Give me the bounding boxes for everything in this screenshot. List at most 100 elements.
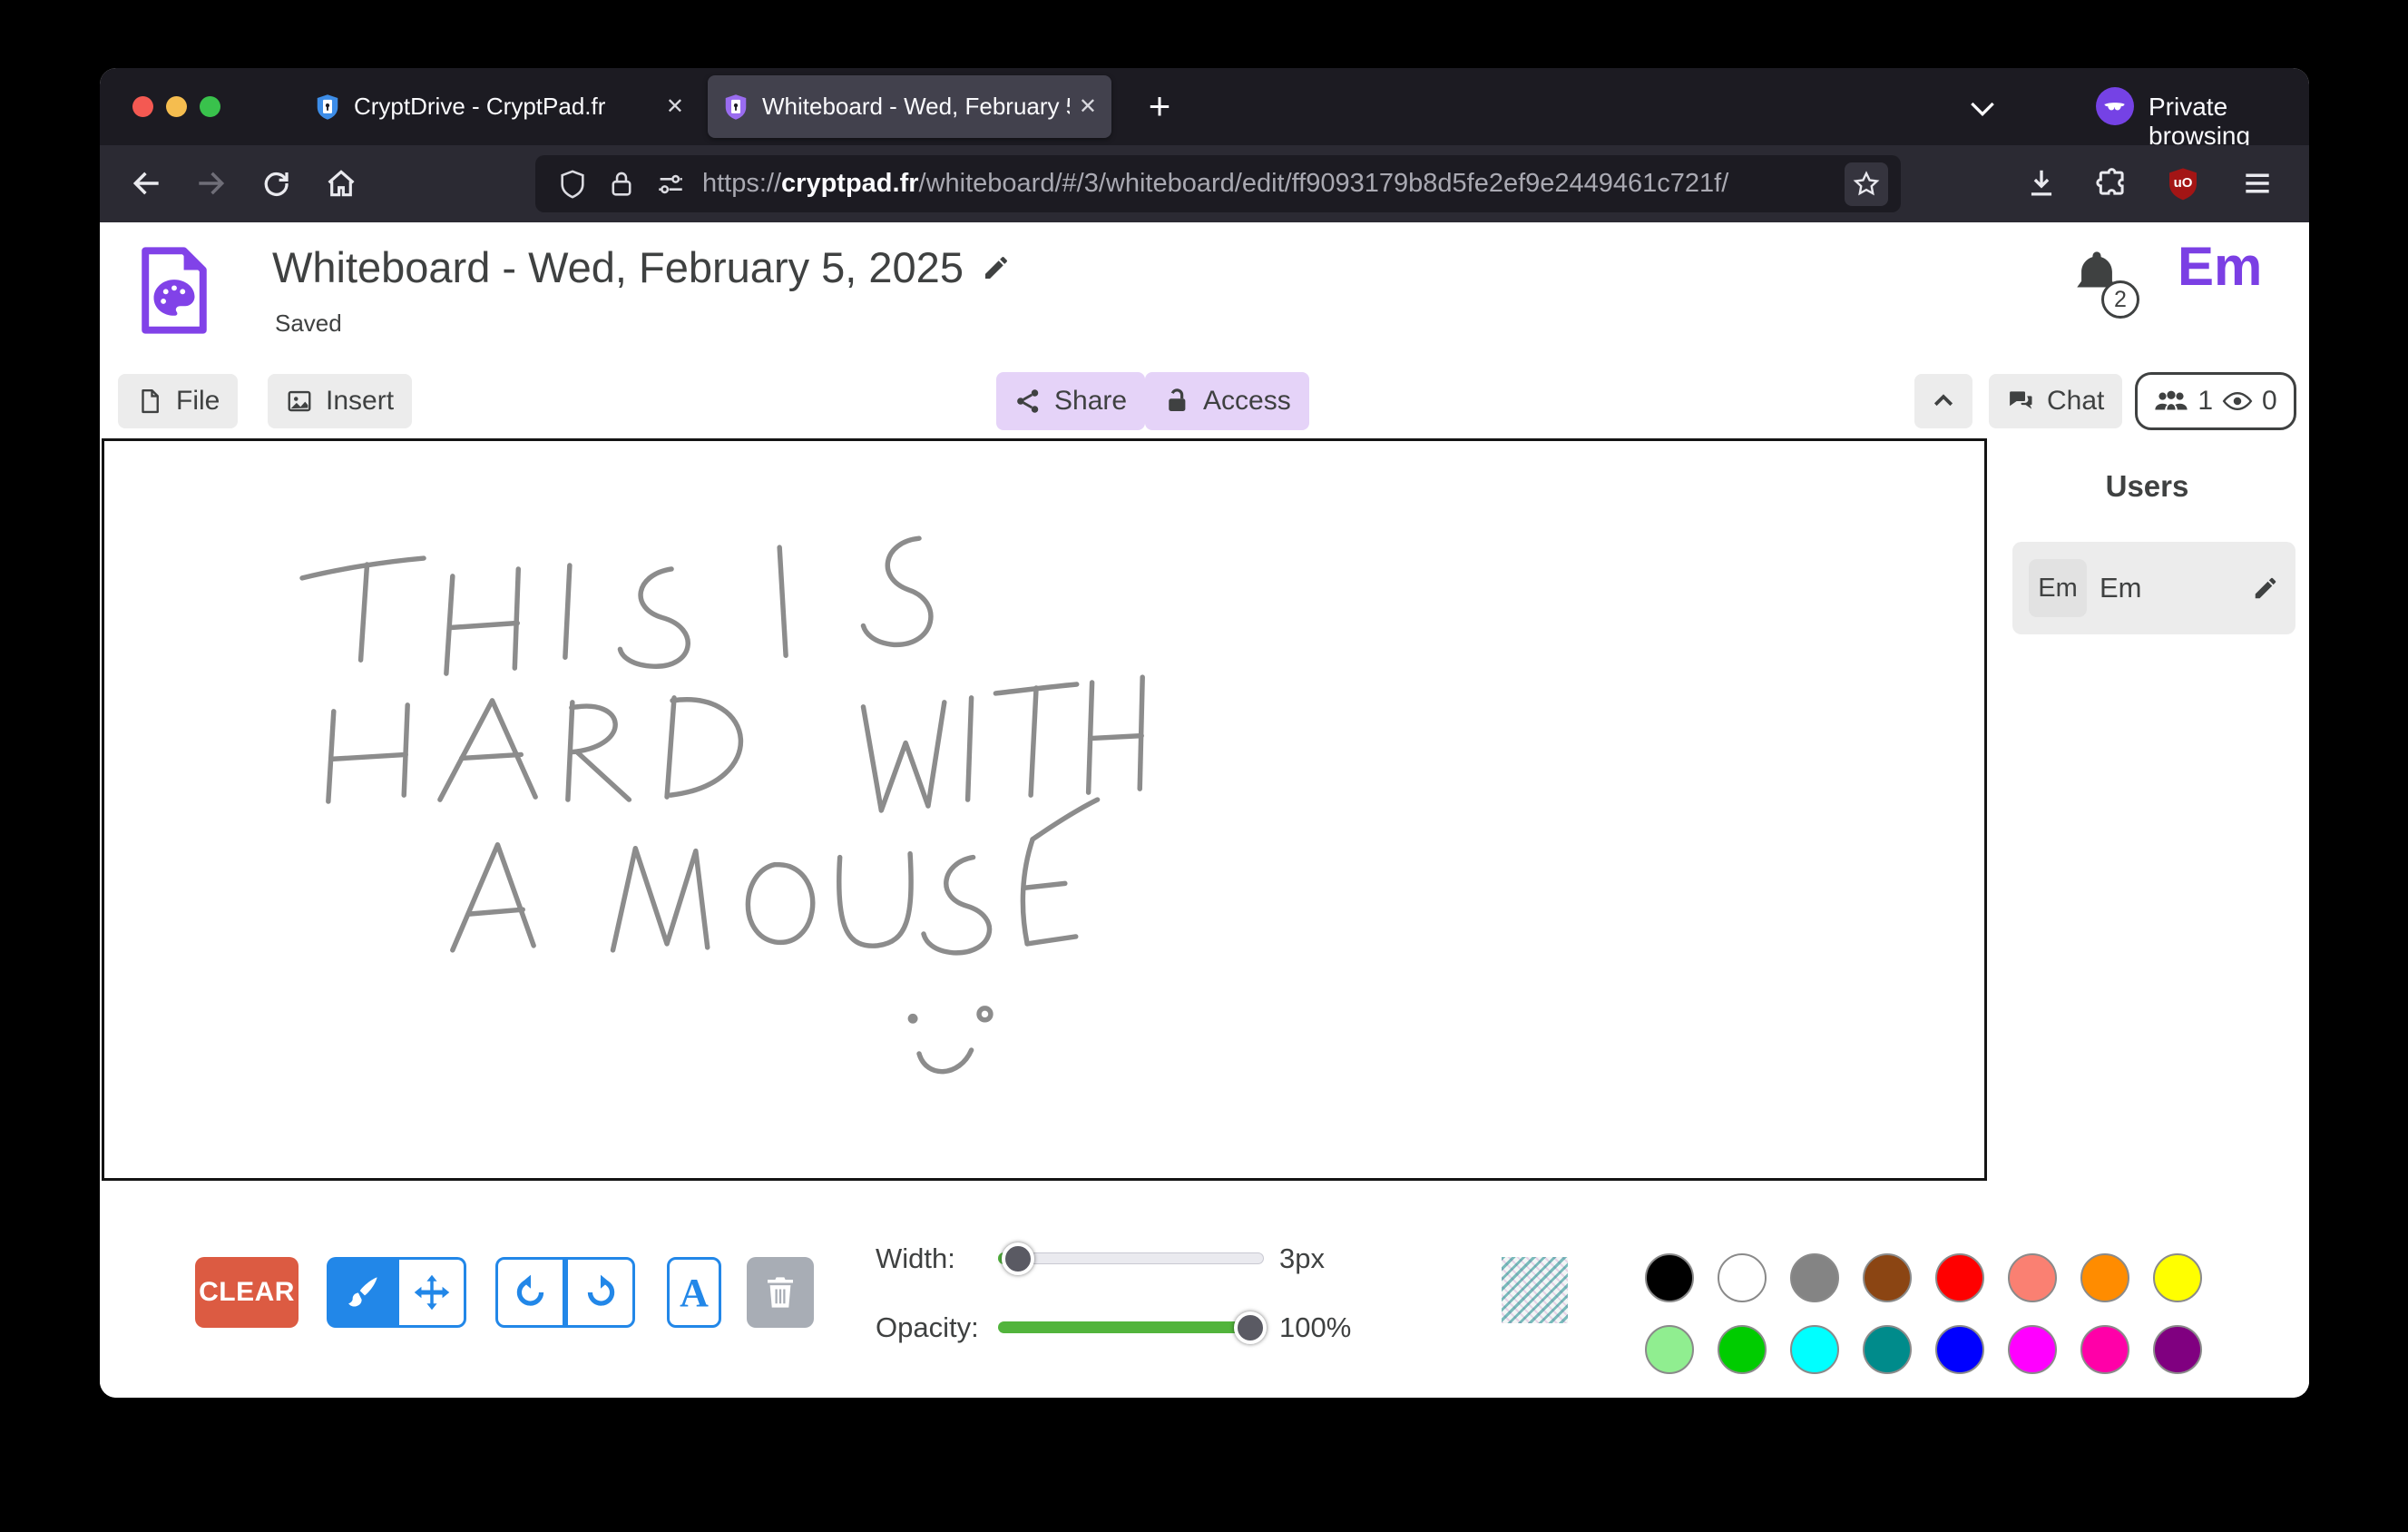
- insert-label: Insert: [326, 386, 394, 417]
- undo-button[interactable]: [495, 1257, 565, 1328]
- screen: CryptDrive - CryptPad.fr ✕ Whiteboard - …: [0, 0, 2408, 1532]
- lock-icon: [1163, 388, 1190, 415]
- cryptpad-favicon-purple: [722, 93, 749, 121]
- tracking-protection-shield-icon[interactable]: [557, 169, 588, 200]
- ublock-origin-icon[interactable]: uO: [2163, 163, 2203, 203]
- chevron-up-icon: [1930, 388, 1957, 415]
- insert-menu-button[interactable]: Insert: [268, 374, 412, 428]
- color-swatch-5[interactable]: [2008, 1253, 2057, 1302]
- home-button[interactable]: [321, 163, 361, 203]
- color-swatch-2[interactable]: [1790, 1253, 1839, 1302]
- collapse-toolbar-button[interactable]: [1914, 374, 1972, 428]
- brush-tool-button[interactable]: [327, 1257, 396, 1328]
- undo-icon: [512, 1273, 550, 1311]
- users-panel-heading: Users: [1987, 469, 2307, 504]
- chat-button[interactable]: Chat: [1989, 374, 2122, 428]
- private-browsing-label: Private browsing: [2149, 93, 2309, 151]
- bookmark-star-icon[interactable]: [1845, 162, 1888, 206]
- edit-name-pencil-icon[interactable]: [2252, 574, 2279, 602]
- opacity-slider-thumb[interactable]: [1234, 1311, 1267, 1344]
- color-swatch-10[interactable]: [1790, 1325, 1839, 1374]
- clear-button[interactable]: CLEAR: [195, 1257, 299, 1328]
- ublock-label: uO: [2174, 175, 2193, 191]
- opacity-value: 100%: [1279, 1311, 1351, 1344]
- url-text[interactable]: https://cryptpad.fr/whiteboard/#/3/white…: [702, 169, 1845, 199]
- file-label: File: [176, 386, 220, 417]
- access-label: Access: [1203, 386, 1291, 417]
- color-swatch-6[interactable]: [2080, 1253, 2129, 1302]
- participants-indicator[interactable]: 1 0: [2135, 372, 2296, 430]
- zoom-window-button[interactable]: [200, 96, 220, 117]
- page-title: Whiteboard - Wed, February 5, 2025: [272, 242, 964, 292]
- file-menu-button[interactable]: File: [118, 374, 238, 428]
- color-swatch-3[interactable]: [1863, 1253, 1912, 1302]
- chat-bubbles-icon: [2007, 388, 2034, 415]
- color-swatch-7[interactable]: [2153, 1253, 2202, 1302]
- extensions-puzzle-icon[interactable]: [2092, 163, 2132, 203]
- delete-tool-button[interactable]: [747, 1257, 814, 1328]
- tab-whiteboard[interactable]: Whiteboard - Wed, February 5, 2 ✕: [708, 75, 1111, 138]
- new-tab-button[interactable]: +: [1134, 81, 1185, 132]
- access-button[interactable]: Access: [1145, 372, 1309, 430]
- redo-button[interactable]: [565, 1257, 635, 1328]
- rename-pencil-icon[interactable]: [982, 253, 1011, 282]
- private-browsing-icon: [2096, 87, 2134, 125]
- color-swatch-8[interactable]: [1645, 1325, 1694, 1374]
- cryptpad-favicon-blue: [314, 93, 341, 121]
- close-window-button[interactable]: [132, 96, 153, 117]
- opacity-label: Opacity:: [876, 1311, 979, 1344]
- color-swatch-11[interactable]: [1863, 1325, 1912, 1374]
- user-list-item[interactable]: Em Em: [2012, 542, 2295, 634]
- connection-lock-icon[interactable]: [606, 169, 637, 200]
- color-swatch-9[interactable]: [1718, 1325, 1767, 1374]
- tab-cryptdrive[interactable]: CryptDrive - CryptPad.fr ✕: [299, 75, 699, 138]
- color-swatch-15[interactable]: [2153, 1325, 2202, 1374]
- redo-icon: [582, 1273, 620, 1311]
- color-swatch-14[interactable]: [2080, 1325, 2129, 1374]
- url-bar[interactable]: https://cryptpad.fr/whiteboard/#/3/white…: [535, 155, 1901, 212]
- reload-button[interactable]: [256, 163, 296, 203]
- move-tool-button[interactable]: [396, 1257, 466, 1328]
- tab-close-icon[interactable]: ✕: [666, 93, 684, 120]
- whiteboard-document-icon: [138, 246, 210, 335]
- move-arrows-icon: [413, 1273, 451, 1311]
- canvas-drawing: [104, 441, 1984, 1178]
- brush-pattern-preview: [1502, 1257, 1568, 1323]
- permissions-icon[interactable]: [655, 169, 686, 200]
- notifications-bell[interactable]: 2: [2070, 246, 2134, 317]
- trash-icon: [761, 1273, 799, 1311]
- minimize-window-button[interactable]: [166, 96, 187, 117]
- account-initials[interactable]: Em: [2178, 235, 2262, 298]
- share-label: Share: [1054, 386, 1127, 417]
- width-value: 3px: [1279, 1242, 1325, 1275]
- whiteboard-canvas[interactable]: [102, 438, 1987, 1181]
- user-name: Em: [2100, 572, 2142, 604]
- menu-hamburger-icon[interactable]: [2237, 163, 2277, 203]
- list-tabs-chevron-icon[interactable]: [1964, 90, 2001, 126]
- editors-people-icon: [2154, 388, 2188, 414]
- color-swatch-1[interactable]: [1718, 1253, 1767, 1302]
- url-scheme: https://: [702, 169, 781, 198]
- color-swatch-4[interactable]: [1935, 1253, 1984, 1302]
- app-content: Whiteboard - Wed, February 5, 2025 Saved…: [100, 222, 2309, 1398]
- url-path: /whiteboard/#/3/whiteboard/edit/ff909317…: [919, 169, 1729, 198]
- tab-bar: CryptDrive - CryptPad.fr ✕ Whiteboard - …: [100, 68, 2309, 145]
- opacity-slider-track[interactable]: [998, 1321, 1264, 1333]
- width-slider-track[interactable]: [998, 1252, 1264, 1264]
- browser-window: CryptDrive - CryptPad.fr ✕ Whiteboard - …: [100, 68, 2309, 1398]
- color-swatch-12[interactable]: [1935, 1325, 1984, 1374]
- share-button[interactable]: Share: [996, 372, 1145, 430]
- width-slider-thumb[interactable]: [1002, 1242, 1034, 1275]
- viewers-count: 0: [2262, 386, 2277, 417]
- forward-button[interactable]: [191, 163, 230, 203]
- color-swatch-13[interactable]: [2008, 1325, 2057, 1374]
- tab-close-icon[interactable]: ✕: [1079, 93, 1097, 120]
- image-icon: [286, 388, 313, 415]
- downloads-icon[interactable]: [2021, 163, 2061, 203]
- tab-title: CryptDrive - CryptPad.fr: [354, 93, 657, 121]
- share-icon: [1014, 388, 1042, 415]
- text-tool-button[interactable]: A: [667, 1257, 721, 1328]
- back-button[interactable]: [127, 163, 167, 203]
- width-label: Width:: [876, 1242, 955, 1275]
- color-swatch-0[interactable]: [1645, 1253, 1694, 1302]
